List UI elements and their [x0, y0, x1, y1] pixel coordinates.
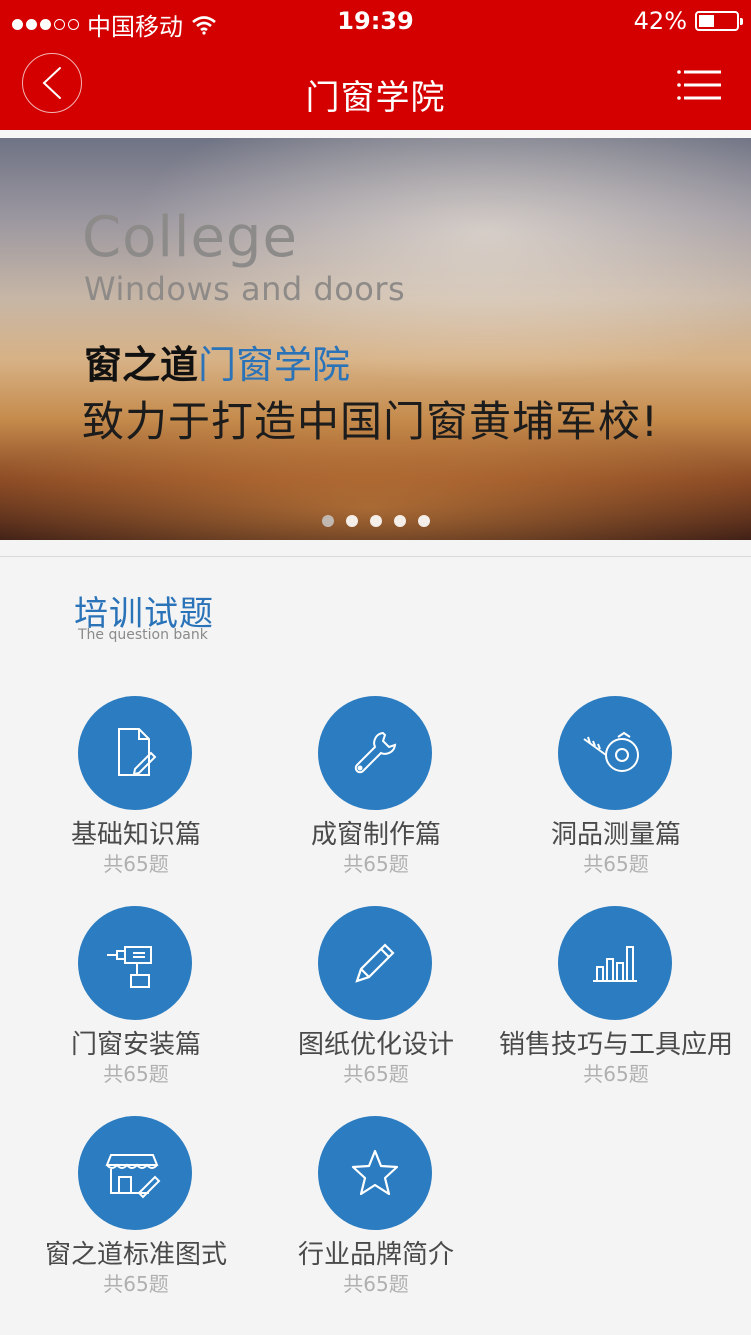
- pager-dot[interactable]: [345, 515, 358, 527]
- category-count: 共65题: [583, 1062, 649, 1086]
- battery-icon: [695, 11, 743, 31]
- category-count: 共65题: [343, 1272, 409, 1296]
- category-icon-circle: [318, 906, 432, 1020]
- category-item-window-making[interactable]: 成窗制作篇 共65题: [251, 696, 501, 886]
- pencil-icon: [355, 943, 395, 983]
- status-right: 42%: [633, 7, 743, 35]
- page-title: 门窗学院: [305, 78, 446, 118]
- category-label: 销售技巧与工具应用: [498, 1030, 733, 1060]
- category-icon-circle: [78, 1116, 192, 1230]
- category-label: 成窗制作篇: [310, 820, 441, 850]
- category-count: 共65题: [343, 1062, 409, 1086]
- category-count: 共65题: [103, 852, 169, 876]
- category-icon-circle: [558, 696, 672, 810]
- document-edit-icon: [118, 728, 157, 776]
- category-count: 共65题: [343, 852, 409, 876]
- category-item-sales-skills[interactable]: 销售技巧与工具应用 共65题: [491, 906, 741, 1096]
- menu-button[interactable]: [677, 68, 721, 102]
- banner-brand: 窗之道: [84, 343, 199, 387]
- carousel-pager: [0, 515, 751, 527]
- category-item-industry-brands[interactable]: 行业品牌简介 共65题: [251, 1116, 501, 1306]
- category-label: 洞品测量篇: [550, 820, 681, 850]
- category-count: 共65题: [103, 1062, 169, 1086]
- pager-dot[interactable]: [321, 515, 334, 527]
- tape-measure-icon: [583, 731, 639, 772]
- category-item-standard-drawings[interactable]: 窗之道标准图式 共65题: [11, 1116, 261, 1306]
- star-icon: [351, 1149, 399, 1196]
- banner-brand-line: 窗之道门窗学院: [84, 334, 350, 389]
- category-icon-circle: [318, 696, 432, 810]
- menu-icon: [677, 70, 721, 100]
- status-bar: 中国移动 19:39 42%: [0, 0, 751, 42]
- pager-dot[interactable]: [417, 515, 430, 527]
- category-label: 图纸优化设计: [297, 1030, 454, 1060]
- bar-chart-icon: [593, 946, 637, 982]
- category-item-installation[interactable]: 门窗安装篇 共65题: [11, 906, 261, 1096]
- nav-separator: [0, 130, 751, 138]
- category-icon-circle: [558, 906, 672, 1020]
- category-icon-circle: [78, 906, 192, 1020]
- storefront-icon: [105, 1154, 161, 1199]
- category-label: 基础知识篇: [70, 820, 201, 850]
- category-count: 共65题: [103, 1272, 169, 1296]
- section-divider: [0, 556, 751, 557]
- wrench-icon: [354, 731, 397, 774]
- battery-percent: 42%: [633, 7, 687, 35]
- category-item-basic-knowledge[interactable]: 基础知识篇 共65题: [11, 696, 261, 886]
- section-subtitle: The question bank: [78, 627, 208, 643]
- category-item-drawing-design[interactable]: 图纸优化设计 共65题: [251, 906, 501, 1096]
- banner-brand-college: 门窗学院: [198, 343, 351, 387]
- pager-dot[interactable]: [393, 515, 406, 527]
- pager-dot[interactable]: [369, 515, 382, 527]
- banner-english-title: College: [82, 205, 298, 270]
- category-label: 门窗安装篇: [70, 1030, 201, 1060]
- category-label: 窗之道标准图式: [44, 1240, 227, 1270]
- battery-fill: [699, 15, 714, 27]
- category-label: 行业品牌简介: [297, 1240, 454, 1270]
- category-icon-circle: [318, 1116, 432, 1230]
- category-count: 共65题: [583, 852, 649, 876]
- drill-icon: [107, 946, 152, 988]
- banner-english-subtitle: Windows and doors: [84, 270, 406, 308]
- category-icon-circle: [78, 696, 192, 810]
- banner-slogan: 致力于打造中国门窗黄埔军校!: [82, 397, 659, 446]
- nav-bar: 门窗学院: [0, 42, 751, 130]
- category-item-opening-measurement[interactable]: 洞品测量篇 共65题: [491, 696, 741, 886]
